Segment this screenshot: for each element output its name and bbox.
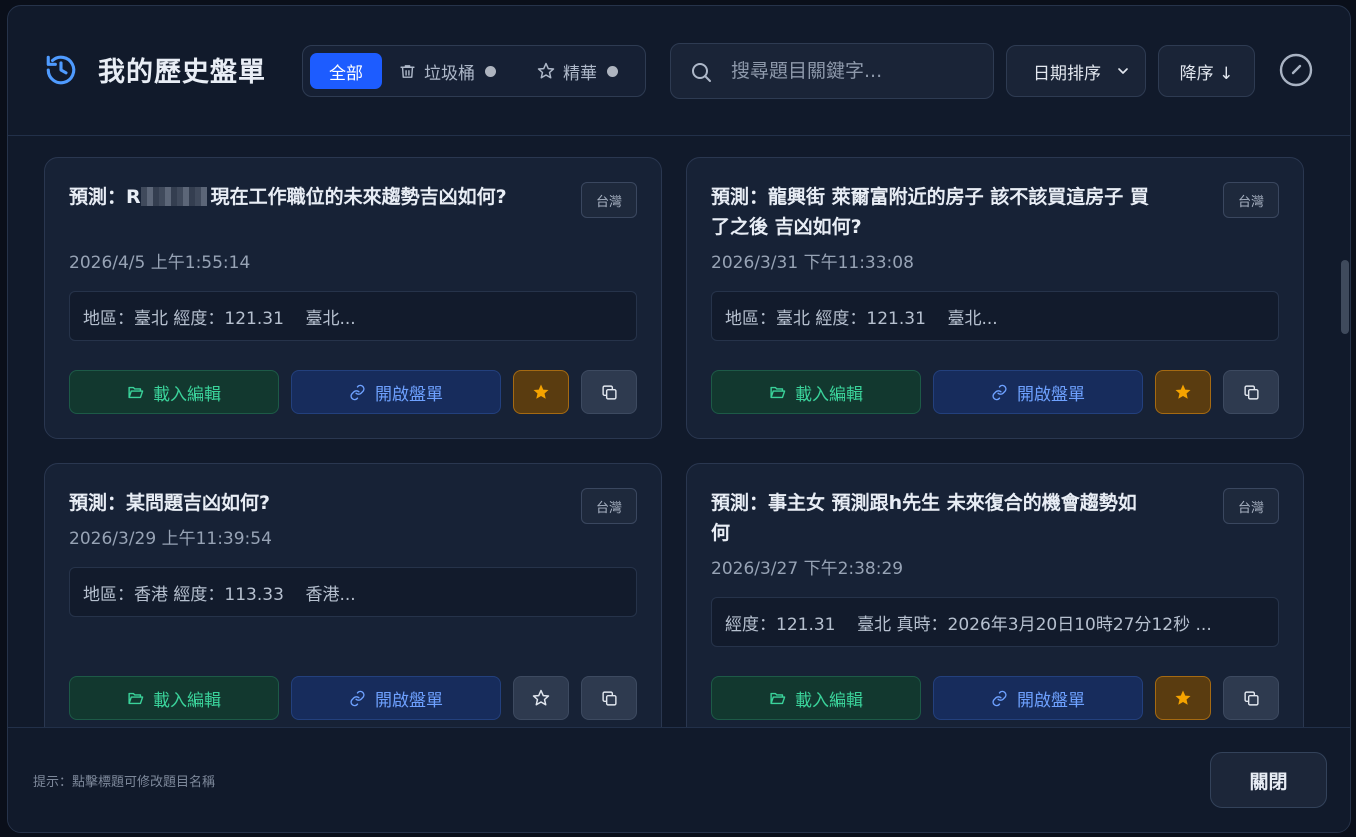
favorite-button[interactable] xyxy=(513,676,569,720)
link-icon xyxy=(349,384,366,401)
copy-button[interactable] xyxy=(581,676,637,720)
scrollbar-thumb[interactable] xyxy=(1341,260,1349,334)
card-title-prefix: 預測：R xyxy=(69,186,141,208)
search-input[interactable] xyxy=(731,44,981,98)
open-chart-label: 開啟盤單 xyxy=(1017,690,1085,711)
close-button[interactable]: 關閉 xyxy=(1210,752,1327,808)
load-edit-label: 載入編輯 xyxy=(153,690,221,711)
sort-select[interactable]: 日期排序 xyxy=(1006,45,1146,97)
card-title[interactable]: 預測：事主女 預測跟h先生 未來復合的機會趨勢如何 xyxy=(711,488,1151,548)
region-badge: 台灣 xyxy=(581,488,637,524)
star-filled-icon xyxy=(1175,384,1191,399)
card-date: 2026/4/5 上午1:55:14 xyxy=(69,253,251,273)
search-box xyxy=(670,43,994,99)
sort-select-value: 日期排序 xyxy=(1033,63,1101,84)
copy-button[interactable] xyxy=(1223,370,1279,414)
card-date: 2026/3/27 下午2:38:29 xyxy=(711,559,904,579)
load-edit-button[interactable]: 載入編輯 xyxy=(69,370,279,414)
load-edit-button[interactable]: 載入編輯 xyxy=(711,676,921,720)
modal-header: 我的歷史盤單 全部 垃圾桶 精華 搜尋題目關鍵字... 日期排序 降序 ↓ xyxy=(8,6,1350,136)
card-info: 經度：121.31 臺北 真時：2026年3月20日10時27分12秒 ... xyxy=(711,597,1279,647)
redacted-name xyxy=(140,187,207,206)
filter-trash-label: 垃圾桶 xyxy=(424,63,475,84)
footer-hint: 提示：點擊標題可修改題目名稱 xyxy=(33,775,216,790)
folder-open-icon xyxy=(127,384,144,401)
copy-icon xyxy=(1243,384,1259,400)
folder-open-icon xyxy=(127,690,144,707)
card-title[interactable]: 預測：某問題吉凶如何? xyxy=(69,488,509,518)
history-card: 預測：龍興街 萊爾富附近的房子 該不該買這房子 買了之後 吉凶如何? 台灣 20… xyxy=(686,157,1304,439)
favorite-button[interactable] xyxy=(513,370,569,414)
link-icon xyxy=(991,384,1008,401)
folder-open-icon xyxy=(769,690,786,707)
modal-footer: 提示：點擊標題可修改題目名稱 關閉 xyxy=(8,727,1350,832)
star-outline-icon xyxy=(532,689,550,706)
compass-icon[interactable] xyxy=(1278,52,1314,88)
region-badge: 台灣 xyxy=(1223,182,1279,218)
trash-icon xyxy=(399,63,416,80)
region-badge: 台灣 xyxy=(581,182,637,218)
card-actions: 載入編輯 開啟盤單 xyxy=(69,676,637,720)
sort-order-button[interactable]: 降序 ↓ xyxy=(1158,45,1255,97)
filter-trash-dot xyxy=(485,65,496,77)
card-info: 地區：臺北 經度：121.31 臺北... xyxy=(711,291,1279,341)
card-title-rest: 現在工作職位的未來趨勢吉凶如何? xyxy=(210,186,507,208)
filter-trash-button[interactable]: 垃圾桶 xyxy=(399,53,511,89)
card-info: 地區：臺北 經度：121.31 臺北... xyxy=(69,291,637,341)
chevron-down-icon xyxy=(1118,68,1128,74)
copy-button[interactable] xyxy=(581,370,637,414)
favorite-button[interactable] xyxy=(1155,370,1211,414)
sort-order-label: 降序 ↓ xyxy=(1179,63,1234,84)
load-edit-label: 載入編輯 xyxy=(795,384,863,405)
open-chart-label: 開啟盤單 xyxy=(375,690,443,711)
star-filled-icon xyxy=(1175,690,1191,705)
history-list: 預測：R 現在工作職位的未來趨勢吉凶如何? 台灣 2026/4/5 上午1:55:… xyxy=(8,137,1350,727)
history-card: 預測：某問題吉凶如何? 台灣 2026/3/29 上午11:39:54 地區：香… xyxy=(44,463,662,727)
load-edit-label: 載入編輯 xyxy=(153,384,221,405)
copy-button[interactable] xyxy=(1223,676,1279,720)
card-actions: 載入編輯 開啟盤單 xyxy=(711,676,1279,720)
card-actions: 載入編輯 開啟盤單 xyxy=(69,370,637,414)
open-chart-button[interactable]: 開啟盤單 xyxy=(291,676,501,720)
link-icon xyxy=(991,690,1008,707)
load-edit-button[interactable]: 載入編輯 xyxy=(69,676,279,720)
star-icon xyxy=(537,62,555,80)
load-edit-button[interactable]: 載入編輯 xyxy=(711,370,921,414)
filter-all-button[interactable]: 全部 xyxy=(310,53,382,89)
open-chart-button[interactable]: 開啟盤單 xyxy=(933,370,1143,414)
card-actions: 載入編輯 開啟盤單 xyxy=(711,370,1279,414)
filter-all-label: 全部 xyxy=(329,63,363,84)
region-badge: 台灣 xyxy=(1223,488,1279,524)
history-card: 預測：R 現在工作職位的未來趨勢吉凶如何? 台灣 2026/4/5 上午1:55:… xyxy=(44,157,662,439)
card-date: 2026/3/31 下午11:33:08 xyxy=(711,253,914,273)
filter-featured-dot xyxy=(607,65,618,77)
search-icon xyxy=(689,60,713,88)
open-chart-button[interactable]: 開啟盤單 xyxy=(933,676,1143,720)
open-chart-button[interactable]: 開啟盤單 xyxy=(291,370,501,414)
folder-open-icon xyxy=(769,384,786,401)
card-title[interactable]: 預測：R 現在工作職位的未來趨勢吉凶如何? xyxy=(69,182,509,212)
star-filled-icon xyxy=(533,384,549,399)
load-edit-label: 載入編輯 xyxy=(795,690,863,711)
page-title: 我的歷史盤單 xyxy=(98,57,266,88)
history-card: 預測：事主女 預測跟h先生 未來復合的機會趨勢如何 台灣 2026/3/27 下… xyxy=(686,463,1304,727)
card-title[interactable]: 預測：龍興街 萊爾富附近的房子 該不該買這房子 買了之後 吉凶如何? xyxy=(711,182,1151,242)
filter-featured-button[interactable]: 精華 xyxy=(537,53,637,89)
filter-segmented-control: 全部 垃圾桶 精華 xyxy=(302,45,646,97)
open-chart-label: 開啟盤單 xyxy=(1017,384,1085,405)
card-date: 2026/3/29 上午11:39:54 xyxy=(69,529,272,549)
history-icon xyxy=(46,55,76,85)
history-modal: 我的歷史盤單 全部 垃圾桶 精華 搜尋題目關鍵字... 日期排序 降序 ↓ 預測… xyxy=(7,5,1351,833)
filter-featured-label: 精華 xyxy=(563,63,597,84)
copy-icon xyxy=(601,384,617,400)
copy-icon xyxy=(1243,690,1259,706)
favorite-button[interactable] xyxy=(1155,676,1211,720)
open-chart-label: 開啟盤單 xyxy=(375,384,443,405)
copy-icon xyxy=(601,690,617,706)
card-info: 地區：香港 經度：113.33 香港... xyxy=(69,567,637,617)
link-icon xyxy=(349,690,366,707)
